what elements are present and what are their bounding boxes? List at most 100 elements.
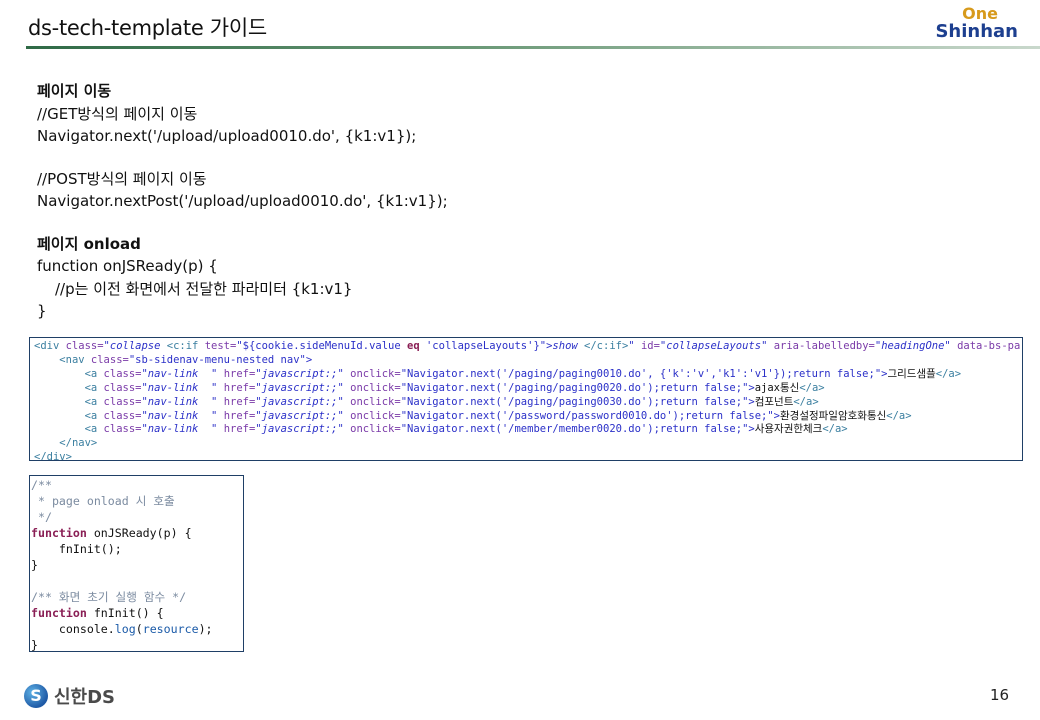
shinhan-emblem-icon: S [24,684,48,708]
code-token: "collapse [103,340,167,352]
code-keyword: function [31,526,87,540]
post-comment: //POST방식의 페이지 이동 [37,169,207,188]
code-token: "sb-sidenav-menu-nested nav"> [128,353,313,366]
code-token: class= [90,353,129,366]
code-token: "Navigator.next('/paging/paging0020.do')… [400,381,755,394]
post-code: Navigator.nextPost('/upload/upload0010.d… [37,192,448,210]
code-token: "nav-link [141,381,212,394]
code-token: "nav-link [141,395,212,408]
code-token: "Navigator.next('/password/password0010.… [400,409,780,422]
shinhan-ds-logo: S 신한DS [24,682,115,710]
function-open: function onJSReady(p) { [37,257,218,275]
code-token: class= [103,367,142,380]
code-token: " [211,381,224,394]
code-token: </nav> [59,437,98,450]
code-token: "javascript:;" [255,395,351,408]
code-token: . [107,622,115,636]
get-comment: //GET방식의 페이지 이동 [37,104,198,123]
code-token: onclick= [350,395,401,408]
code-token: class= [103,423,142,436]
code-token: 환경설정파일암호화통신 [780,409,887,422]
section-heading-onload: 페이지 onload [37,234,141,253]
function-comment: //p는 이전 화면에서 전달한 파라미터 {k1:v1} [55,279,353,298]
code-token: "javascript:;" [255,367,351,380]
slide-title: ds-tech-template 가이드 [28,16,267,40]
code-line: </div> [34,451,1022,460]
nav-link-code-line: <a class="nav-link " href="javascript:;"… [34,396,1022,410]
code-token: href= [223,409,256,422]
code-token: "nav-link [141,423,212,436]
nav-link-code-line: <a class="nav-link " href="javascript:;"… [34,382,1022,396]
code-token: " [628,340,641,352]
code-line: </nav> [34,437,1022,451]
code-token: <div [34,340,66,352]
code-token: <nav [59,353,91,366]
code-token: "javascript:;" [255,381,351,394]
code-line: <div class="collapse <c:if test="${cooki… [34,340,1022,354]
code-token: class= [103,409,142,422]
footer-brand-text: 신한DS [54,687,116,708]
code-line: function onJSReady(p) { [31,525,243,541]
code-token: onclick= [350,381,401,394]
code-token: "Navigator.next('/paging/paging0030.do')… [400,395,755,408]
code-token: "nav-link [141,409,212,422]
code-token: 사용자권한체크 [754,423,823,436]
code-token: " [211,395,224,408]
code-token: href= [223,423,256,436]
code-token: ajax통신 [754,381,800,394]
code-line: } [31,638,38,652]
nav-link-lines: <a class="nav-link " href="javascript:;"… [34,368,1022,438]
code-token: <a [84,367,104,380]
code-keyword: function [31,606,87,620]
code-token: "Navigator.next('/paging/paging0010.do',… [400,367,888,380]
code-token: class= [103,381,142,394]
page-number: 16 [990,686,1010,704]
jsp-code-snippet: <div class="collapse <c:if test="${cooki… [29,337,1023,461]
code-token: test= [204,340,237,352]
code-token: href= [223,381,256,394]
code-token: ); [198,622,213,636]
code-token: "${cookie.sideMenuId.value [236,340,407,352]
code-token: <a [84,409,104,422]
nav-link-code-line: <a class="nav-link " href="javascript:;"… [34,423,1022,437]
get-code: Navigator.next('/upload/upload0010.do', … [37,127,417,145]
code-token: </a> [822,423,848,436]
code-token: 컴포넌트 [754,395,794,408]
code-token: " [211,423,224,436]
code-token: console [58,622,108,636]
code-token: href= [223,367,256,380]
code-token: </c:if> [584,340,629,352]
logo-bottom-text: Shinhan [935,21,1018,42]
code-token: "headingOne" [874,340,958,352]
nav-link-code-line: <a class="nav-link " href="javascript:;"… [34,368,1022,382]
code-token: <a [84,381,104,394]
code-token: show [552,340,585,352]
js-code-snippet: /** * page onload 시 호출 */ function onJSR… [29,475,244,652]
code-line: function fnInit() { [31,605,243,621]
code-token: </a> [793,395,819,408]
code-token: resource [142,622,199,636]
code-line: fnInit(); [31,542,122,556]
code-token: </a> [886,409,912,422]
code-line: <nav class="sb-sidenav-menu-nested nav"> [34,354,1022,368]
code-token: href= [223,395,256,408]
code-token: aria-labelledby= [773,340,875,352]
code-token: <a [84,395,104,408]
code-token: log [114,622,136,636]
section-heading-page-move: 페이지 이동 [37,82,112,100]
code-token: ( [135,622,143,636]
code-token: data-bs-parent= [957,340,1022,352]
code-token: "nav-link [141,367,212,380]
code-comment: /** [31,478,52,492]
code-comment: * page onload 시 호출 [31,494,175,508]
code-line: console.log(resource); [31,621,243,637]
code-token: </a> [935,367,962,380]
code-token: fnInit() { [86,606,164,620]
code-comment: */ [31,510,52,524]
code-token: onclick= [350,409,401,422]
